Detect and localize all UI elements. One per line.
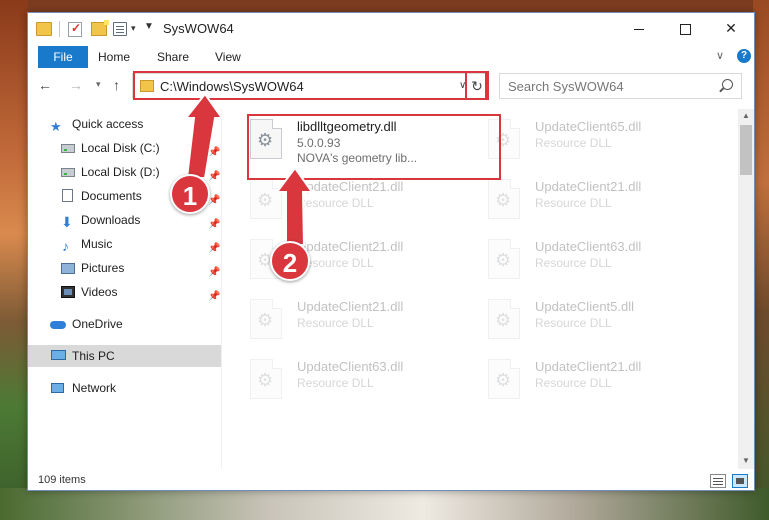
- status-bar: 109 items: [28, 471, 754, 491]
- pictures-icon: [61, 263, 75, 274]
- file-item[interactable]: UpdateClient5.dll Resource DLL: [468, 293, 696, 351]
- file-type: Resource DLL: [297, 376, 374, 390]
- desktop-background-bottom: [0, 488, 769, 520]
- file-item[interactable]: UpdateClient21.dll Resource DLL: [230, 233, 458, 291]
- step-2-badge: 2: [270, 241, 310, 281]
- file-item[interactable]: UpdateClient21.dll Resource DLL: [230, 173, 458, 231]
- tab-file[interactable]: File: [38, 46, 88, 68]
- file-name: UpdateClient5.dll: [535, 299, 635, 314]
- download-icon: ⬇: [61, 214, 73, 230]
- sidebar-item-network[interactable]: Network: [28, 377, 221, 399]
- help-icon[interactable]: ?: [737, 49, 751, 63]
- customize-toolbar-icon[interactable]: [113, 22, 127, 36]
- chevron-down-icon[interactable]: ▾: [131, 23, 136, 34]
- item-count: 109 items: [38, 474, 86, 486]
- file-name: UpdateClient21.dll: [297, 299, 404, 314]
- dll-file-icon: [250, 359, 282, 399]
- file-type: Resource DLL: [535, 376, 612, 390]
- disk-icon: [61, 144, 75, 153]
- videos-icon: [61, 286, 75, 298]
- expand-ribbon-icon[interactable]: ∨: [716, 49, 724, 62]
- search-input[interactable]: Search SysWOW64: [499, 73, 742, 99]
- dll-file-icon: [488, 299, 520, 339]
- scroll-down-icon[interactable]: ▼: [742, 456, 750, 465]
- sidebar-item-onedrive[interactable]: OneDrive: [28, 313, 221, 335]
- window-title: SysWOW64: [163, 21, 234, 36]
- folder-icon: [36, 22, 52, 36]
- explorer-window: ▾ ▼ SysWOW64 ✕ File Home Share View ∨ ? …: [27, 12, 755, 491]
- navigation-bar: ← → ▾ ↑ C:\Windows\SysWOW64 ∨ ↻ Search S…: [28, 71, 754, 101]
- file-name: UpdateClient21.dll: [535, 179, 642, 194]
- tab-home[interactable]: Home: [98, 50, 130, 64]
- details-view-icon[interactable]: [710, 474, 726, 488]
- address-highlight-box: [133, 71, 487, 100]
- file-name: UpdateClient21.dll: [297, 179, 404, 194]
- quick-access-dropdown-icon[interactable]: ▼: [144, 21, 154, 32]
- dll-file-icon: [250, 179, 282, 219]
- file-highlight-box: [247, 114, 501, 180]
- desktop-background-left: [0, 0, 28, 520]
- network-icon: [51, 383, 64, 393]
- search-icon[interactable]: [722, 79, 733, 90]
- maximize-button[interactable]: [662, 13, 708, 44]
- dll-file-icon: [250, 299, 282, 339]
- ribbon-tabs: File Home Share View ∨ ?: [28, 45, 754, 69]
- sidebar-item-quick-access[interactable]: ★ Quick access: [28, 113, 221, 135]
- tiles-view-icon[interactable]: [732, 474, 748, 488]
- file-name: UpdateClient63.dll: [535, 239, 642, 254]
- desktop-background-right: [753, 0, 769, 520]
- new-folder-icon[interactable]: [91, 20, 109, 36]
- quick-access-separator: [59, 21, 60, 37]
- pc-icon: [51, 350, 66, 360]
- title-bar: ▾ ▼ SysWOW64 ✕: [28, 13, 754, 45]
- file-type: Resource DLL: [297, 316, 374, 330]
- pin-icon[interactable]: 📌: [208, 286, 220, 308]
- star-icon: ★: [50, 119, 62, 134]
- documents-icon: [62, 189, 73, 202]
- file-item[interactable]: UpdateClient21.dll Resource DLL: [468, 173, 696, 231]
- properties-icon[interactable]: [68, 21, 82, 37]
- forward-button[interactable]: →: [69, 77, 83, 93]
- vertical-scrollbar[interactable]: ▲ ▼: [738, 109, 754, 469]
- music-icon: ♪: [62, 238, 69, 254]
- minimize-button[interactable]: [616, 13, 662, 44]
- refresh-highlight-box: [465, 71, 489, 100]
- file-item[interactable]: UpdateClient65.dll Resource DLL: [468, 113, 696, 171]
- sidebar-item-pictures[interactable]: Pictures 📌: [28, 257, 221, 279]
- close-button[interactable]: ✕: [708, 13, 754, 44]
- back-button[interactable]: ←: [38, 77, 52, 93]
- pane-divider[interactable]: [221, 109, 222, 469]
- file-type: Resource DLL: [535, 256, 612, 270]
- up-button[interactable]: ↑: [113, 77, 120, 93]
- sidebar-item-this-pc[interactable]: This PC: [28, 345, 221, 367]
- scrollbar-thumb[interactable]: [740, 125, 752, 175]
- sidebar-item-videos[interactable]: Videos 📌: [28, 281, 221, 303]
- file-name: UpdateClient21.dll: [535, 359, 642, 374]
- sidebar-item-local-disk-c[interactable]: Local Disk (C:) 📌: [28, 137, 221, 159]
- dll-file-icon: [488, 179, 520, 219]
- tab-view[interactable]: View: [215, 50, 241, 64]
- disk-icon: [61, 168, 75, 177]
- file-item[interactable]: UpdateClient21.dll Resource DLL: [468, 353, 696, 411]
- file-type: Resource DLL: [297, 196, 374, 210]
- dll-file-icon: [488, 239, 520, 279]
- file-name: UpdateClient65.dll: [535, 119, 642, 134]
- search-placeholder: Search SysWOW64: [508, 79, 624, 94]
- cloud-icon: [50, 321, 66, 329]
- file-type: Resource DLL: [535, 316, 612, 330]
- file-item[interactable]: UpdateClient63.dll Resource DLL: [230, 353, 458, 411]
- tab-share[interactable]: Share: [157, 50, 189, 64]
- file-type: Resource DLL: [535, 136, 612, 150]
- file-item[interactable]: UpdateClient63.dll Resource DLL: [468, 233, 696, 291]
- step-1-badge: 1: [170, 174, 210, 214]
- file-type: Resource DLL: [535, 196, 612, 210]
- scroll-up-icon[interactable]: ▲: [742, 111, 750, 120]
- recent-locations-icon[interactable]: ▾: [96, 79, 101, 90]
- dll-file-icon: [488, 359, 520, 399]
- file-name: UpdateClient21.dll: [297, 239, 404, 254]
- navigation-pane: ★ Quick access Local Disk (C:) 📌 Local D…: [28, 109, 221, 469]
- file-item[interactable]: UpdateClient21.dll Resource DLL: [230, 293, 458, 351]
- sidebar-item-music[interactable]: ♪ Music 📌: [28, 233, 221, 255]
- file-name: UpdateClient63.dll: [297, 359, 404, 374]
